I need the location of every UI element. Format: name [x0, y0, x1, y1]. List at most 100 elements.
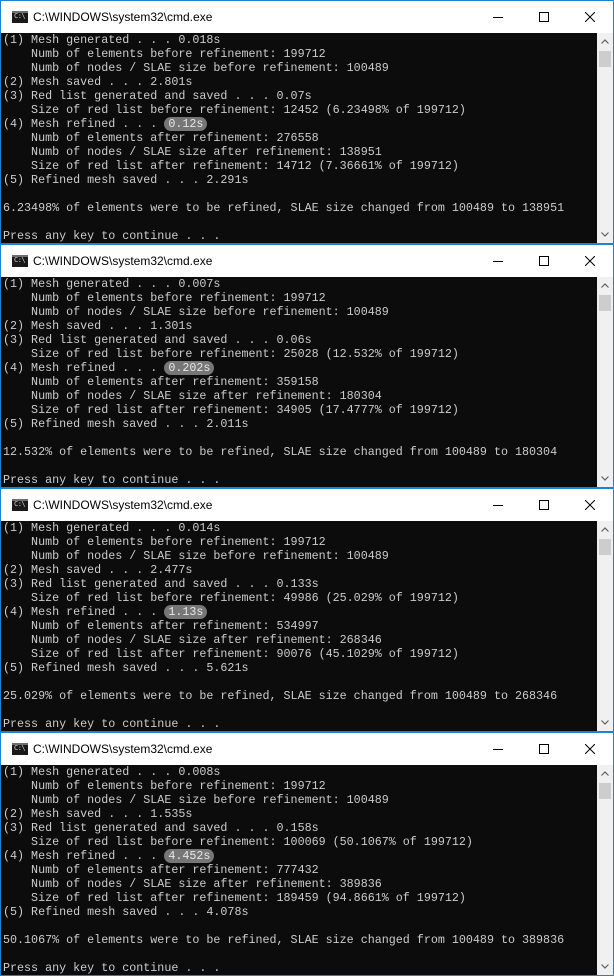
console-line: (5) Refined mesh saved . . . 5.621s: [1, 661, 597, 675]
console-line-text: Numb of nodes / SLAE size after refineme…: [3, 145, 382, 159]
console-line: (2) Mesh saved . . . 1.535s: [1, 807, 597, 821]
console-line: Press any key to continue . . .: [1, 473, 597, 487]
console-line-text: (5) Refined mesh saved . . . 2.011s: [3, 417, 249, 431]
console-line-text: (4) Mesh refined . . .: [3, 605, 165, 619]
maximize-icon: [539, 12, 549, 22]
console-line-text: Numb of nodes / SLAE size before refinem…: [3, 305, 389, 319]
console-output[interactable]: (1) Mesh generated . . . 0.008s Numb of …: [1, 765, 597, 975]
vertical-scrollbar[interactable]: [597, 521, 613, 731]
scroll-up-button[interactable]: [597, 277, 613, 294]
window-title: C:\WINDOWS\system32\cmd.exe: [33, 254, 213, 268]
maximize-button[interactable]: [521, 245, 567, 277]
console-line-text: Size of red list before refinement: 1000…: [3, 835, 473, 849]
cmd-window[interactable]: C:\ C:\WINDOWS\system32\cmd.exe (1) Mesh…: [0, 244, 614, 488]
scroll-thumb[interactable]: [599, 539, 611, 555]
minimize-icon: [493, 261, 503, 262]
console-line-text: Size of red list before refinement: 4998…: [3, 591, 459, 605]
scroll-down-button[interactable]: [597, 958, 613, 975]
close-icon: [585, 12, 595, 22]
console-line-text: (4) Mesh refined . . .: [3, 361, 165, 375]
console-line-text: (3) Red list generated and saved . . . 0…: [3, 577, 319, 591]
scroll-up-button[interactable]: [597, 521, 613, 538]
vertical-scrollbar[interactable]: [597, 33, 613, 243]
cmd-window[interactable]: C:\ C:\WINDOWS\system32\cmd.exe (1) Mesh…: [0, 488, 614, 732]
console-line-text: Press any key to continue . . .: [3, 961, 221, 975]
title-bar[interactable]: C:\ C:\WINDOWS\system32\cmd.exe: [1, 733, 613, 765]
vertical-scrollbar[interactable]: [597, 277, 613, 487]
scroll-down-button[interactable]: [597, 714, 613, 731]
console-output[interactable]: (1) Mesh generated . . . 0.018s Numb of …: [1, 33, 597, 243]
scroll-down-arrow-icon: [601, 476, 609, 481]
console-line: Numb of nodes / SLAE size after refineme…: [1, 389, 597, 403]
console-line: (2) Mesh saved . . . 2.801s: [1, 75, 597, 89]
console-line-text: (2) Mesh saved . . . 2.477s: [3, 563, 193, 577]
console-line: 25.029% of elements were to be refined, …: [1, 689, 597, 703]
console-line-text: Numb of nodes / SLAE size before refinem…: [3, 61, 389, 75]
console-line-text: Size of red list after refinement: 18945…: [3, 891, 466, 905]
console-line: 12.532% of elements were to be refined, …: [1, 445, 597, 459]
scroll-down-button[interactable]: [597, 226, 613, 243]
scroll-up-button[interactable]: [597, 765, 613, 782]
console-line: (3) Red list generated and saved . . . 0…: [1, 333, 597, 347]
console-line: Numb of elements before refinement: 1997…: [1, 779, 597, 793]
minimize-button[interactable]: [475, 1, 521, 33]
console-line: (1) Mesh generated . . . 0.007s: [1, 277, 597, 291]
cmd-icon[interactable]: C:\: [12, 743, 28, 755]
cmd-window[interactable]: C:\ C:\WINDOWS\system32\cmd.exe (1) Mesh…: [0, 0, 614, 244]
console-output[interactable]: (1) Mesh generated . . . 0.007s Numb of …: [1, 277, 597, 487]
console-line-text: (2) Mesh saved . . . 1.535s: [3, 807, 193, 821]
title-bar[interactable]: C:\ C:\WINDOWS\system32\cmd.exe: [1, 489, 613, 521]
scroll-up-button[interactable]: [597, 33, 613, 50]
console-line: Size of red list before refinement: 1000…: [1, 835, 597, 849]
scroll-down-arrow-icon: [601, 232, 609, 237]
console-line-text: (3) Red list generated and saved . . . 0…: [3, 89, 312, 103]
scroll-thumb[interactable]: [599, 295, 611, 311]
console-line: Numb of elements after refinement: 77743…: [1, 863, 597, 877]
cmd-icon[interactable]: C:\: [12, 11, 28, 23]
console-line: (4) Mesh refined . . . 1.13s: [1, 605, 597, 619]
console-line: Numb of nodes / SLAE size before refinem…: [1, 549, 597, 563]
cmd-window[interactable]: C:\ C:\WINDOWS\system32\cmd.exe (1) Mesh…: [0, 732, 614, 976]
console-line: (5) Refined mesh saved . . . 2.291s: [1, 173, 597, 187]
console-line-text: (4) Mesh refined . . .: [3, 117, 165, 131]
maximize-icon: [539, 256, 549, 266]
highlighted-time: 0.202s: [164, 361, 215, 375]
vertical-scrollbar[interactable]: [597, 765, 613, 975]
close-button[interactable]: [567, 489, 613, 521]
minimize-button[interactable]: [475, 489, 521, 521]
console-line: Numb of elements before refinement: 1997…: [1, 47, 597, 61]
maximize-button[interactable]: [521, 1, 567, 33]
console-line-text: Press any key to continue . . .: [3, 473, 221, 487]
console-line-text: Numb of nodes / SLAE size after refineme…: [3, 633, 382, 647]
console-line-text: (3) Red list generated and saved . . . 0…: [3, 821, 319, 835]
close-button[interactable]: [567, 245, 613, 277]
minimize-button[interactable]: [475, 733, 521, 765]
close-button[interactable]: [567, 733, 613, 765]
console-line: Press any key to continue . . .: [1, 229, 597, 243]
scroll-thumb[interactable]: [599, 783, 611, 799]
maximize-button[interactable]: [521, 489, 567, 521]
console-output[interactable]: (1) Mesh generated . . . 0.014s Numb of …: [1, 521, 597, 731]
minimize-button[interactable]: [475, 245, 521, 277]
maximize-button[interactable]: [521, 733, 567, 765]
close-button[interactable]: [567, 1, 613, 33]
highlighted-time: 1.13s: [164, 605, 208, 619]
scroll-up-arrow-icon: [601, 283, 609, 288]
maximize-icon: [539, 744, 549, 754]
cmd-icon[interactable]: C:\: [12, 255, 28, 267]
scroll-down-button[interactable]: [597, 470, 613, 487]
title-bar[interactable]: C:\ C:\WINDOWS\system32\cmd.exe: [1, 1, 613, 33]
close-icon: [585, 256, 595, 266]
cmd-icon[interactable]: C:\: [12, 499, 28, 511]
title-bar[interactable]: C:\ C:\WINDOWS\system32\cmd.exe: [1, 245, 613, 277]
console-line: (1) Mesh generated . . . 0.014s: [1, 521, 597, 535]
scroll-thumb[interactable]: [599, 51, 611, 67]
console-line-text: 25.029% of elements were to be refined, …: [3, 689, 558, 703]
console-line: Numb of nodes / SLAE size after refineme…: [1, 877, 597, 891]
console-line: Size of red list before refinement: 2502…: [1, 347, 597, 361]
console-line-text: Numb of elements before refinement: 1997…: [3, 291, 326, 305]
